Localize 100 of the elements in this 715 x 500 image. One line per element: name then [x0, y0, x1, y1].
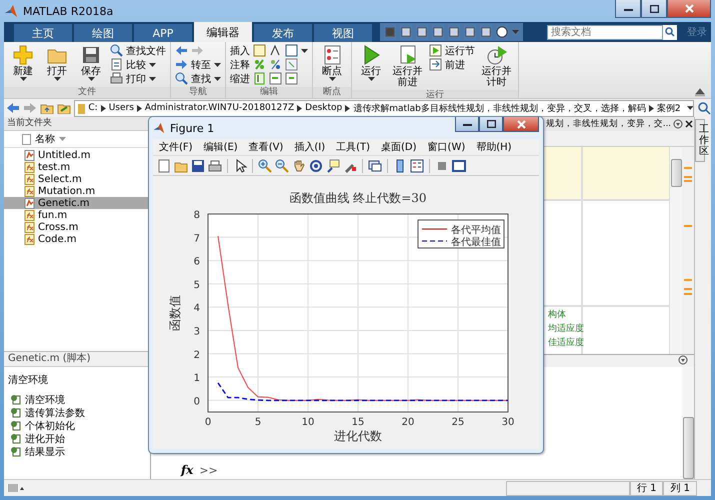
close-button[interactable]: [503, 117, 539, 132]
code-comment: 均适应度: [547, 322, 581, 335]
search-field[interactable]: 搜索文档: [547, 24, 663, 40]
menu-item[interactable]: 帮助(H): [476, 140, 512, 154]
minimize-button[interactable]: [615, 0, 641, 18]
close-button[interactable]: [667, 0, 711, 18]
ribbon-button[interactable]: 查找: [175, 72, 221, 85]
section-marker[interactable]: [684, 279, 692, 281]
section-marker[interactable]: [684, 180, 692, 182]
link-plot-icon[interactable]: [368, 158, 382, 172]
section-marker[interactable]: [684, 176, 692, 178]
section-marker[interactable]: [684, 288, 692, 290]
ribbon-button[interactable]: 转至: [175, 58, 221, 71]
section-item[interactable]: 清空环境: [8, 394, 146, 405]
menu-item[interactable]: 文件(F): [159, 140, 193, 154]
ribbon-button[interactable]: 比较: [110, 58, 166, 71]
ribbon-button[interactable]: 运行: [356, 44, 386, 81]
ribbon-button[interactable]: 注释: [230, 58, 250, 71]
section-item[interactable]: 遗传算法参数: [8, 407, 146, 418]
scrollbar[interactable]: [669, 147, 682, 354]
menu-item[interactable]: 桌面(D): [381, 140, 417, 154]
rotate-icon[interactable]: [309, 158, 323, 172]
ribbon-button[interactable]: 插入: [230, 44, 250, 57]
section-marker[interactable]: [684, 225, 692, 227]
dropdown-icon[interactable]: [673, 119, 683, 129]
folder-up-icon[interactable]: [40, 102, 54, 114]
document-icon: [110, 58, 123, 71]
path-segment[interactable]: Desktop: [305, 103, 342, 113]
maximize-button[interactable]: [641, 0, 667, 18]
new-file-icon[interactable]: [157, 158, 171, 172]
close-icon[interactable]: [685, 120, 693, 128]
scrollbar[interactable]: [682, 367, 694, 479]
tick-label: 1: [194, 373, 200, 384]
chevron-icon: [100, 104, 106, 112]
ribbon-button[interactable]: 打开: [42, 44, 72, 81]
path-segment[interactable]: 遗传求解matlab多目标线性规划，非线性规划，变异，交叉，选择，解码: [353, 102, 646, 114]
grip-icon[interactable]: [8, 483, 24, 493]
collapse-icon[interactable]: [695, 88, 705, 96]
search-icon[interactable]: [697, 101, 711, 115]
ribbon-tab[interactable]: 视图: [314, 24, 372, 42]
ribbon-button[interactable]: 断点: [317, 44, 347, 81]
back-arrow-icon[interactable]: [6, 102, 20, 114]
section-item[interactable]: 进化开始: [8, 433, 146, 444]
ribbon-tab[interactable]: 编辑器: [194, 22, 252, 42]
chevron-icon: [136, 104, 142, 112]
path-segment[interactable]: 案例2: [656, 102, 681, 114]
ribbon-button[interactable]: 查找文件: [110, 44, 166, 57]
ribbon-button[interactable]: 打印: [110, 72, 166, 85]
path-field[interactable]: C: Users Administrator.WIN7U-20180127Z Desktop 遗传求解matlab多目标线性规划，非线性规划，变异，交叉，选择，解码 案例2: [74, 100, 694, 116]
dropdown-icon[interactable]: [678, 355, 688, 365]
function-browser-button[interactable]: fx: [181, 463, 194, 477]
section-item[interactable]: 结果显示: [8, 446, 146, 457]
maximize-button[interactable]: [479, 117, 503, 132]
section-marker[interactable]: [684, 167, 692, 169]
ribbon-button[interactable]: 运行节: [429, 44, 475, 57]
tick-label: 30: [502, 417, 514, 428]
command-prompt: >>: [199, 464, 218, 477]
caret-icon: [88, 77, 94, 81]
file-item[interactable]: Genetic.m: [4, 197, 150, 209]
printer-icon[interactable]: [208, 158, 222, 172]
help-icon[interactable]: [496, 26, 508, 38]
search-icon[interactable]: [663, 24, 677, 40]
tick-label: 2: [194, 350, 200, 361]
caret-icon: [149, 76, 156, 80]
script-file-icon: [24, 150, 35, 160]
folder-browse-icon[interactable]: [57, 102, 71, 114]
column-header[interactable]: 名称: [35, 132, 55, 146]
group-label: 导航: [171, 87, 225, 98]
ribbon-tab[interactable]: 绘图: [74, 24, 132, 42]
menu-item[interactable]: 窗口(W): [428, 140, 466, 154]
section-marker[interactable]: [684, 293, 692, 295]
caret-icon: [149, 62, 156, 66]
path-segment[interactable]: Users: [108, 103, 134, 113]
ribbon-button[interactable]: 前进: [429, 58, 475, 71]
minimize-button[interactable]: [455, 117, 479, 132]
hand-icon[interactable]: [292, 158, 306, 172]
caret-icon: [20, 77, 26, 81]
menu-item[interactable]: 工具(T): [336, 140, 370, 154]
row-indicator: 行 1: [630, 480, 664, 496]
legend-icon[interactable]: [410, 158, 424, 172]
menu-item[interactable]: 插入(I): [294, 140, 326, 154]
window-title: Figure 1: [170, 122, 214, 134]
ribbon-tab[interactable]: APP: [134, 24, 192, 42]
path-segment[interactable]: Administrator.WIN7U-20180127Z: [144, 103, 294, 113]
ribbon-tab[interactable]: 主页: [14, 24, 72, 42]
section-item[interactable]: 个体初始化: [8, 420, 146, 431]
data-cursor-icon[interactable]: [326, 158, 340, 172]
group-label: 断点: [313, 87, 351, 98]
menu-item[interactable]: 编辑(E): [204, 140, 238, 154]
search-icon: [110, 44, 123, 57]
zoom-in-icon[interactable]: [258, 158, 272, 172]
ribbon-button[interactable]: 运行并前进: [390, 44, 425, 88]
path-segment[interactable]: C:: [88, 103, 98, 113]
menu-item[interactable]: 查看(V): [248, 140, 284, 154]
ribbon-button[interactable]: 保存: [76, 44, 106, 81]
zoom-out-icon[interactable]: [275, 158, 289, 172]
ribbon-button[interactable]: 运行并计时: [479, 44, 514, 88]
ribbon-button[interactable]: 新建: [8, 44, 38, 81]
ribbon-tab[interactable]: 发布: [254, 24, 312, 42]
ribbon-button[interactable]: 缩进: [230, 72, 250, 85]
